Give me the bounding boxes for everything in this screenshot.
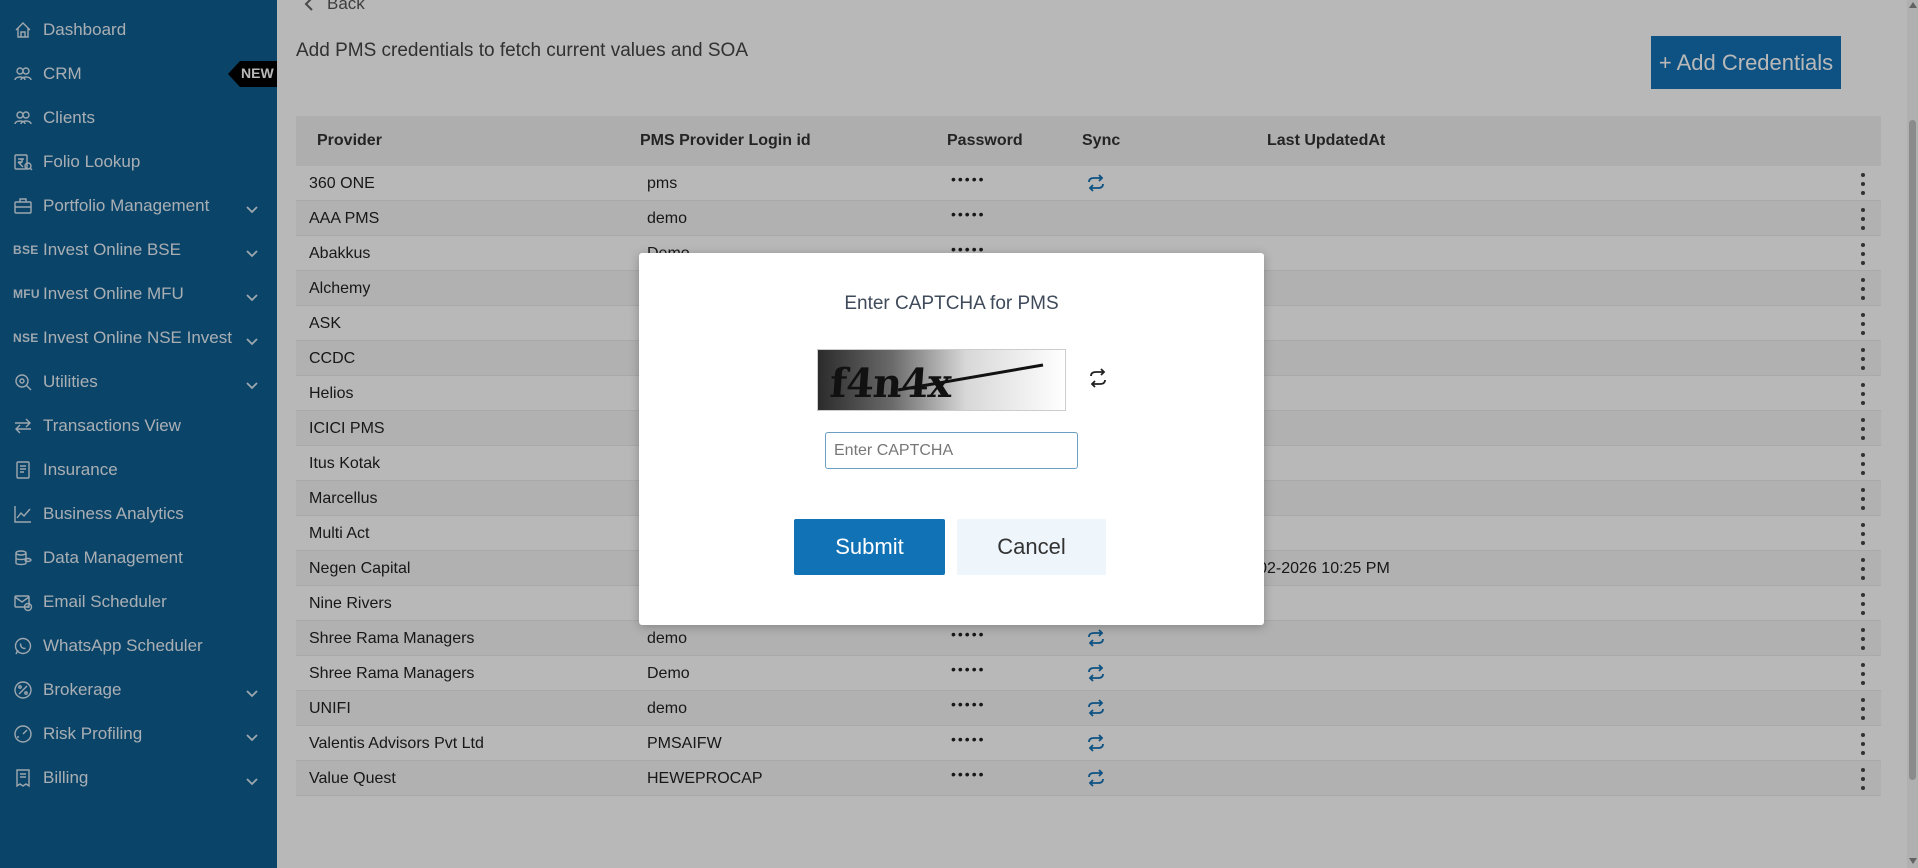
captcha-image: f4n4x xyxy=(817,349,1066,411)
dialog-title: Enter CAPTCHA for PMS xyxy=(844,293,1059,314)
submit-button[interactable]: Submit xyxy=(794,519,945,575)
captcha-dialog: Enter CAPTCHA for PMS f4n4x Submit Cance… xyxy=(639,253,1264,625)
captcha-input[interactable] xyxy=(825,432,1078,469)
cancel-button[interactable]: Cancel xyxy=(957,519,1106,575)
captcha-noise-line xyxy=(897,363,1044,392)
refresh-captcha-icon[interactable] xyxy=(1087,367,1111,391)
